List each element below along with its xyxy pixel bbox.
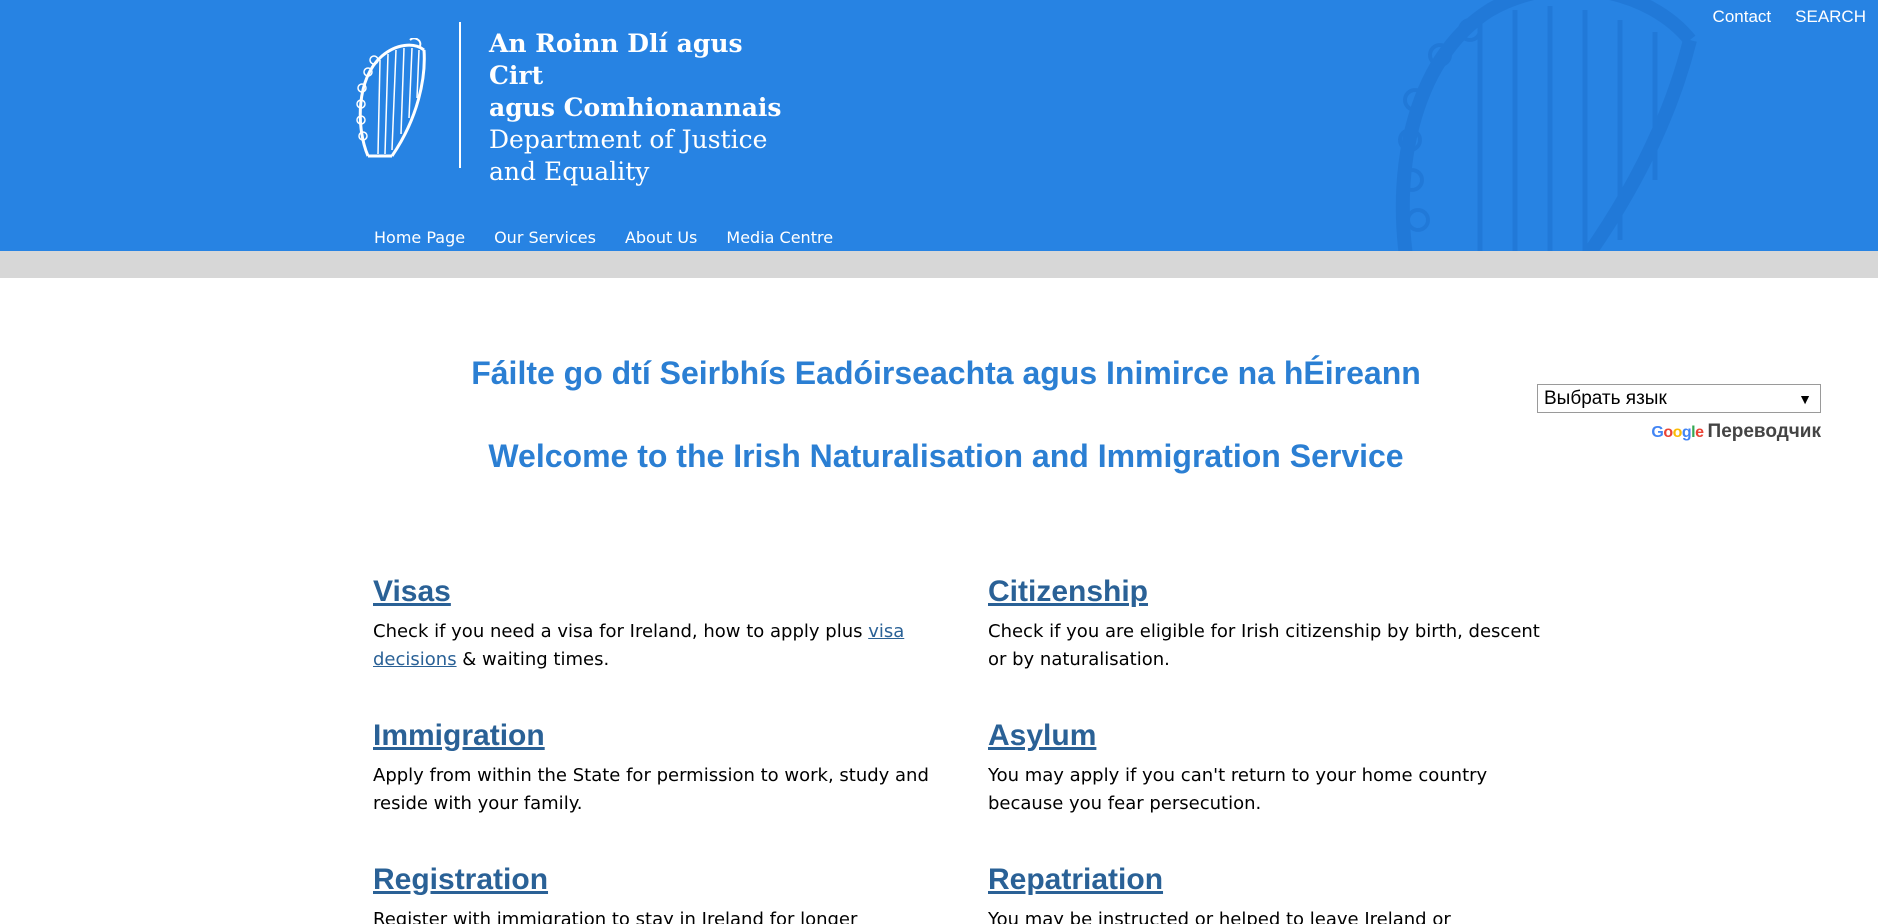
service-desc-visas-text-end: & waiting times.	[456, 649, 610, 670]
department-logo[interactable]: An Roinn Dlí agus Cirt agus Comhionannai…	[352, 22, 792, 186]
service-desc-immigration: Apply from within the State for permissi…	[373, 765, 929, 814]
service-desc-visas: Check if you need a visa for Ireland, ho…	[373, 618, 933, 674]
site-header: An Roinn Dlí agus Cirt agus Comhionannai…	[0, 0, 1878, 251]
google-logo: Google	[1651, 424, 1704, 441]
harp-icon	[356, 38, 426, 158]
service-immigration: Immigration Apply from within the State …	[373, 718, 933, 818]
service-repatriation: Repatriation You may be instructed or he…	[988, 862, 1548, 924]
welcome-irish: Fáilte go dtí Seirbhís Eadóirseachta agu…	[471, 355, 1421, 391]
department-name: An Roinn Dlí agus Cirt agus Comhionannai…	[489, 28, 799, 188]
contact-link[interactable]: Contact	[1713, 7, 1772, 27]
service-title-visas[interactable]: Visas	[373, 574, 933, 610]
search-link[interactable]: SEARCH	[1795, 7, 1866, 27]
powered-by-google[interactable]: Google Переводчик	[1537, 421, 1821, 443]
service-desc-registration: Register with immigration to stay in Ire…	[373, 909, 858, 924]
service-desc-asylum: You may apply if you can't return to you…	[988, 765, 1488, 814]
service-title-asylum[interactable]: Asylum	[988, 718, 1548, 754]
logo-divider	[459, 22, 461, 168]
translator-label: Переводчик	[1707, 421, 1821, 442]
utility-links: Contact SEARCH	[1713, 7, 1866, 27]
service-visas: Visas Check if you need a visa for Irela…	[373, 574, 933, 674]
main-nav: Home Page Our Services About Us Media Ce…	[374, 228, 833, 247]
welcome-english: Welcome to the Irish Naturalisation and …	[488, 438, 1404, 474]
department-name-english-1: Department of Justice	[489, 125, 768, 154]
nav-home-page[interactable]: Home Page	[374, 228, 465, 247]
dropdown-arrow-icon: ▼	[1798, 390, 1812, 407]
service-desc-visas-text: Check if you need a visa for Ireland, ho…	[373, 621, 869, 642]
service-citizenship: Citizenship Check if you are eligible fo…	[988, 574, 1548, 674]
welcome-heading: Fáilte go dtí Seirbhís Eadóirseachta agu…	[372, 355, 1520, 475]
service-title-registration[interactable]: Registration	[373, 862, 933, 898]
service-title-immigration[interactable]: Immigration	[373, 718, 933, 754]
service-asylum: Asylum You may apply if you can't return…	[988, 718, 1548, 818]
nav-our-services[interactable]: Our Services	[494, 228, 596, 247]
language-select-value: Выбрать язык	[1544, 387, 1667, 409]
department-name-irish-2: agus Comhionannais	[489, 93, 782, 122]
service-desc-repatriation: You may be instructed or helped to leave…	[988, 909, 1451, 924]
department-name-english-2: and Equality	[489, 157, 650, 186]
google-translate-widget: Выбрать язык ▼ Google Переводчик	[1537, 384, 1821, 443]
nav-media-centre[interactable]: Media Centre	[726, 228, 833, 247]
department-name-irish-1: An Roinn Dlí agus Cirt	[489, 29, 743, 90]
service-title-repatriation[interactable]: Repatriation	[988, 862, 1548, 898]
header-grey-bar	[0, 251, 1878, 278]
service-title-citizenship[interactable]: Citizenship	[988, 574, 1548, 610]
language-select[interactable]: Выбрать язык ▼	[1537, 384, 1821, 413]
harp-watermark-icon	[1395, 0, 1697, 251]
service-registration: Registration Register with immigration t…	[373, 862, 933, 924]
nav-about-us[interactable]: About Us	[625, 228, 697, 247]
service-desc-citizenship: Check if you are eligible for Irish citi…	[988, 621, 1540, 670]
